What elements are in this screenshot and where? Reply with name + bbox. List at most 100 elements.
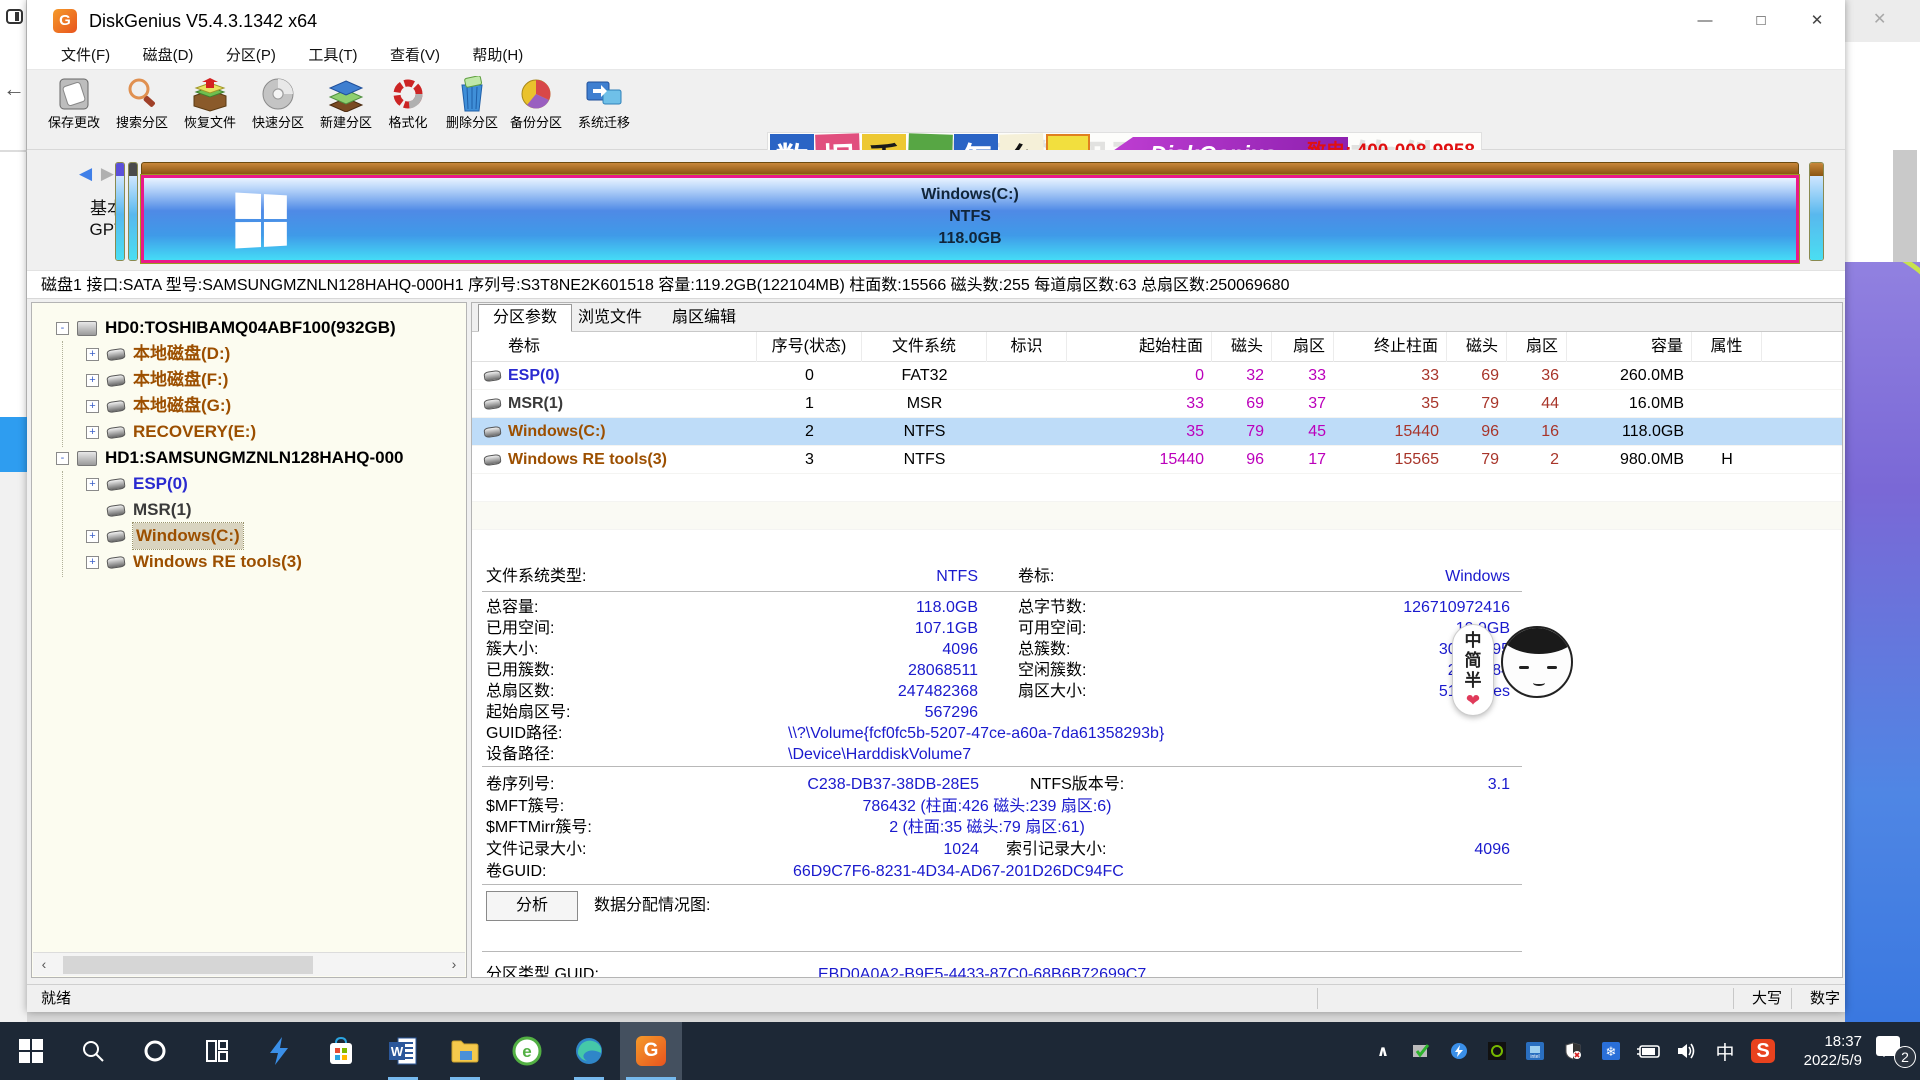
save-changes-button[interactable]: 保存更改 — [41, 74, 107, 146]
hdd-icon — [77, 321, 97, 336]
pie-icon — [517, 76, 555, 112]
recover-files-button[interactable]: 恢复文件 — [177, 74, 243, 146]
tray-nvidia-icon[interactable] — [1478, 1022, 1516, 1080]
tree-horizontal-scrollbar[interactable]: ‹ › — [33, 952, 465, 976]
app-store-icon[interactable] — [310, 1022, 372, 1080]
esp-partition-bar[interactable] — [115, 162, 125, 261]
trash-icon — [453, 76, 491, 112]
system-migration-button[interactable]: 系统迁移 — [571, 74, 637, 146]
ime-toolbar[interactable]: 中 简 半 ❤ — [1452, 624, 1494, 716]
menu-tools[interactable]: 工具(T) — [294, 42, 371, 70]
recovery-partition-bar[interactable] — [1809, 162, 1824, 261]
tray-intel-graphics-icon[interactable]: intel — [1516, 1022, 1554, 1080]
partition-icon — [106, 477, 125, 490]
delete-partition-button[interactable]: 删除分区 — [439, 74, 505, 146]
task-view-button[interactable] — [186, 1022, 248, 1080]
diskgenius-logo-icon: G — [53, 9, 77, 33]
tree-item-windows-c[interactable]: + Windows(C:) — [32, 523, 466, 549]
tree-item-msr[interactable]: MSR(1) — [32, 497, 466, 523]
start-button[interactable] — [0, 1022, 62, 1080]
expand-icon[interactable]: + — [86, 426, 99, 439]
tray-sogou-icon[interactable]: S — [1744, 1022, 1782, 1080]
tray-security-shield-icon[interactable] — [1554, 1022, 1592, 1080]
app-browser-360-icon[interactable]: e — [496, 1022, 558, 1080]
msr-partition-bar[interactable] — [128, 162, 138, 261]
tree-item-local-f[interactable]: + 本地磁盘(F:) — [32, 367, 466, 393]
partition-tree-panel: - HD0:TOSHIBAMQ04ABF100(932GB) + 本地磁盘(D:… — [31, 302, 467, 978]
tree-item-hd1[interactable]: - HD1:SAMSUNGMZNLN128HAHQ-000 — [32, 445, 466, 471]
ime-lang-indicator[interactable]: 中 — [1453, 631, 1493, 651]
tree-item-recovery-e[interactable]: + RECOVERY(E:) — [32, 419, 466, 445]
expand-icon[interactable]: + — [86, 478, 99, 491]
tray-power-plug-icon[interactable] — [1630, 1022, 1668, 1080]
ime-halfwidth-indicator[interactable]: 半 — [1453, 671, 1493, 691]
notification-center-button[interactable]: 2 — [1868, 1022, 1920, 1080]
tray-show-hidden-icons[interactable]: ∧ — [1364, 1022, 1402, 1080]
analyze-button[interactable]: 分析 — [486, 891, 578, 921]
tree-item-windows-re[interactable]: + Windows RE tools(3) — [32, 549, 466, 575]
app-flash-icon[interactable] — [248, 1022, 310, 1080]
expand-icon[interactable]: + — [86, 556, 99, 569]
collapse-icon[interactable]: - — [56, 452, 69, 465]
maximize-button[interactable]: □ — [1733, 0, 1789, 42]
minimize-button[interactable]: — — [1677, 0, 1733, 42]
tray-snowflake-icon[interactable]: ❄ — [1592, 1022, 1630, 1080]
prev-disk-icon[interactable]: ◀ — [79, 164, 92, 183]
expand-icon[interactable]: + — [86, 400, 99, 413]
status-text: 就绪 — [41, 985, 71, 1012]
menu-file[interactable]: 文件(F) — [47, 42, 124, 70]
expand-icon[interactable]: + — [86, 348, 99, 361]
search-partition-button[interactable]: 搜索分区 — [109, 74, 175, 146]
format-button[interactable]: 格式化 — [375, 74, 441, 146]
tray-thunder-icon[interactable] — [1440, 1022, 1478, 1080]
disk-nav-arrows[interactable]: ◀ ▶ — [79, 164, 114, 184]
tray-update-check-icon[interactable] — [1402, 1022, 1440, 1080]
sticker-cartoon — [1497, 620, 1577, 716]
partition-icon — [106, 373, 125, 386]
close-button[interactable]: ✕ — [1789, 0, 1845, 42]
menu-disk[interactable]: 磁盘(D) — [129, 42, 208, 70]
expand-icon[interactable]: + — [86, 374, 99, 387]
scroll-left-icon[interactable]: ‹ — [33, 953, 55, 976]
app-diskgenius-icon-active[interactable]: G — [620, 1022, 682, 1080]
taskbar-search-button[interactable] — [62, 1022, 124, 1080]
expand-icon[interactable]: + — [86, 530, 99, 543]
cortana-icon — [142, 1038, 168, 1064]
tree-item-hd0[interactable]: - HD0:TOSHIBAMQ04ABF100(932GB) — [32, 315, 466, 341]
taskbar-clock[interactable]: 18:37 2022/5/9 — [1782, 1032, 1868, 1070]
heart-icon[interactable]: ❤ — [1453, 691, 1493, 711]
titlebar[interactable]: G DiskGenius V5.4.3.1342 x64 — □ ✕ — [27, 0, 1845, 42]
folder-icon — [450, 1038, 480, 1064]
tree-item-esp[interactable]: + ESP(0) — [32, 471, 466, 497]
tray-volume-icon[interactable] — [1668, 1022, 1706, 1080]
background-window-titlebar: ✕ — [1845, 0, 1920, 42]
app-word-icon[interactable]: W — [372, 1022, 434, 1080]
disk-info-bar: 磁盘1 接口:SATA 型号:SAMSUNGMZNLN128HAHQ-000H1… — [27, 270, 1845, 299]
partition-type-guid-row: 分区类型 GUID: EBD0A0A2-B9E5-4433-87C0-68B6B… — [472, 965, 1842, 978]
quick-partition-button[interactable]: 快速分区 — [245, 74, 311, 146]
backup-partition-button[interactable]: 备份分区 — [503, 74, 569, 146]
menu-partition[interactable]: 分区(P) — [212, 42, 290, 70]
windows-partition-bar-selected[interactable]: Windows(C:) NTFS 118.0GB — [141, 162, 1799, 263]
expand-spacer — [86, 504, 99, 517]
scrollbar-thumb[interactable] — [63, 956, 313, 974]
new-partition-button[interactable]: 新建分区 — [313, 74, 379, 146]
taskbar: W e G ∧ intel ❄ — [0, 1022, 1920, 1080]
disc-icon — [259, 76, 297, 112]
app-file-explorer-icon[interactable] — [434, 1022, 496, 1080]
disk-graphic-bar: ◀ ▶ 基本 GPT Windows(C:) NTFS 118.0GB — [27, 150, 1845, 270]
menu-view[interactable]: 查看(V) — [376, 42, 454, 70]
store-bag-icon — [327, 1036, 355, 1066]
recover-files-icon — [191, 76, 229, 112]
tree-item-local-g[interactable]: + 本地磁盘(G:) — [32, 393, 466, 419]
tray-ime-indicator[interactable]: 中 — [1706, 1022, 1744, 1080]
ime-simplified-indicator[interactable]: 简 — [1453, 651, 1493, 671]
tree-item-local-d[interactable]: + 本地磁盘(D:) — [32, 341, 466, 367]
app-edge-icon[interactable] — [558, 1022, 620, 1080]
collapse-icon[interactable]: - — [56, 322, 69, 335]
partition-details: 文件系统类型: NTFS 卷标: Windows 总容量: 118.0GB 总字… — [472, 303, 1842, 977]
next-disk-icon[interactable]: ▶ — [101, 164, 114, 183]
cortana-button[interactable] — [124, 1022, 186, 1080]
scroll-right-icon[interactable]: › — [443, 953, 465, 976]
menu-help[interactable]: 帮助(H) — [458, 42, 537, 70]
